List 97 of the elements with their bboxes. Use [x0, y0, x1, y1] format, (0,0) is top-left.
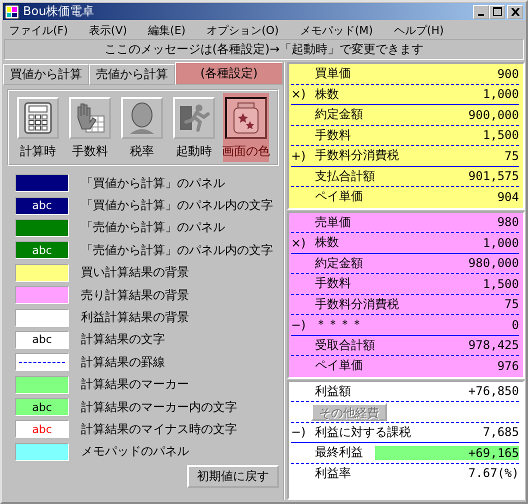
result-value: 1,500 [482, 276, 519, 291]
color-swatch[interactable] [15, 376, 69, 394]
color-swatch[interactable] [15, 308, 69, 327]
result-value: 900 [496, 66, 519, 81]
menu-item[interactable]: 表示(V) [86, 22, 134, 38]
menu-item[interactable]: ヘルプ(H) [390, 22, 450, 38]
color-swatch[interactable] [15, 286, 69, 304]
result-value: 980,000 [467, 256, 519, 270]
result-value: 7.67(%) [467, 466, 519, 480]
color-setting-label: 売り計算結果の背景 [81, 286, 189, 304]
menu-item[interactable]: ファイル(F) [6, 22, 74, 38]
sample-text: abc [32, 244, 52, 257]
color-setting-label: 「買値から計算」のパネル内の文字 [81, 197, 273, 214]
result-value: 976 [496, 358, 519, 373]
color-swatch[interactable]: abc [15, 330, 69, 349]
result-value: 1,000 [482, 236, 519, 250]
menu-item[interactable]: オプション(O) [204, 22, 285, 38]
color-setting-label: 利益計算結果の背景 [81, 309, 189, 326]
result-value: 901,575 [467, 169, 519, 184]
color-setting-label: 計算結果の文字 [81, 331, 165, 348]
result-label: 手数料分消費税 [315, 296, 399, 313]
result-value: 1,000 [482, 87, 519, 102]
color-setting-label: 計算結果の罫線 [81, 354, 165, 371]
result-label: 株数 [315, 86, 339, 103]
result-label: ＊＊＊＊ [315, 316, 363, 334]
result-label: 利益額 [315, 382, 351, 400]
calculator-icon [23, 102, 53, 134]
result-value: 7,685 [482, 425, 519, 440]
result-label: 手数料分消費税 [315, 147, 399, 164]
maximize-icon [492, 7, 502, 16]
close-button[interactable] [507, 4, 523, 18]
result-label: 利益に対する課税 [315, 424, 411, 441]
result-label: 最終利益 [315, 444, 363, 462]
color-swatch[interactable] [15, 442, 69, 461]
result-value: 0 [510, 318, 519, 332]
tab[interactable]: (各種設定) [175, 62, 283, 85]
jar-icon [231, 102, 261, 134]
color-swatch[interactable]: abc [15, 420, 69, 438]
result-value: 75 [504, 148, 519, 163]
color-setting-label: 計算結果のマーカー [81, 376, 189, 394]
sample-text: abc [32, 199, 52, 212]
color-setting-label: メモパッドのパネル [81, 443, 189, 460]
sample-text: abc [32, 422, 52, 436]
result-label: ペイ単価 [315, 357, 363, 374]
result-value: +76,850 [467, 384, 519, 398]
result-label: ペイ単価 [315, 188, 363, 206]
color-swatch[interactable] [15, 174, 69, 192]
app-icon [5, 4, 19, 18]
result-label: 約定金額 [315, 254, 363, 272]
color-swatch[interactable]: abc [15, 196, 69, 215]
result-label: 買単価 [315, 65, 351, 82]
result-label: 受取合計額 [315, 336, 375, 354]
operator-label: −) [291, 318, 306, 332]
operator-label: ×) [291, 87, 306, 102]
color-swatch[interactable] [15, 264, 69, 282]
tab[interactable]: 買値から計算 [3, 64, 89, 85]
color-setting-label: 買い計算結果の背景 [81, 264, 189, 282]
running-person-icon [178, 102, 210, 134]
color-setting-label: 「買値から計算」のパネル [81, 174, 225, 192]
settings-tool-button[interactable]: 画面の色 [223, 93, 269, 162]
result-value: 75 [504, 297, 519, 312]
color-setting-label: 「売値から計算」のパネル内の文字 [81, 242, 273, 259]
result-label: 手数料 [315, 126, 351, 144]
operator-label: +) [291, 148, 306, 163]
result-label: 利益率 [315, 464, 351, 482]
close-icon [510, 8, 520, 16]
minimize-icon [478, 14, 484, 16]
result-label: 株数 [315, 234, 339, 252]
result-value: 904 [496, 190, 519, 204]
line-swatch[interactable] [15, 353, 69, 372]
tab[interactable]: 売値から計算 [89, 64, 175, 85]
window-title: Bou株価電卓 [23, 3, 96, 20]
result-value: 978,425 [467, 338, 519, 352]
operator-label: −) [291, 425, 306, 440]
sample-text: abc [32, 400, 52, 414]
result-value: 1,500 [482, 128, 519, 142]
color-swatch[interactable]: abc [15, 398, 69, 416]
minimize-button[interactable] [473, 4, 489, 18]
message-bar: ここのメッセージは(各種設定)→「起動時」で変更できます [4, 39, 524, 60]
result-value: 900,000 [467, 108, 519, 122]
result-value: 980 [496, 215, 519, 230]
result-label: 売単価 [315, 214, 351, 231]
menu-item[interactable]: 編集(E) [145, 22, 192, 38]
operator-label: ×) [291, 236, 306, 250]
result-value: +69,165 [375, 446, 519, 460]
result-label: 手数料 [315, 275, 351, 292]
color-setting-label: 計算結果のマイナス時の文字 [81, 420, 237, 438]
menu-item[interactable]: メモパッド(M) [296, 22, 379, 38]
maximize-button[interactable] [489, 4, 505, 18]
color-setting-label: 「売値から計算」のパネル [81, 219, 225, 236]
result-label: 支払合計額 [315, 168, 375, 185]
result-label: 約定金額 [315, 106, 363, 124]
color-swatch[interactable]: abc [15, 241, 69, 260]
sample-text: abc [32, 333, 52, 346]
color-setting-label: 計算結果のマーカー内の文字 [81, 398, 237, 416]
color-swatch[interactable] [15, 218, 69, 237]
reset-button[interactable]: 初期値に戻す [187, 465, 279, 488]
